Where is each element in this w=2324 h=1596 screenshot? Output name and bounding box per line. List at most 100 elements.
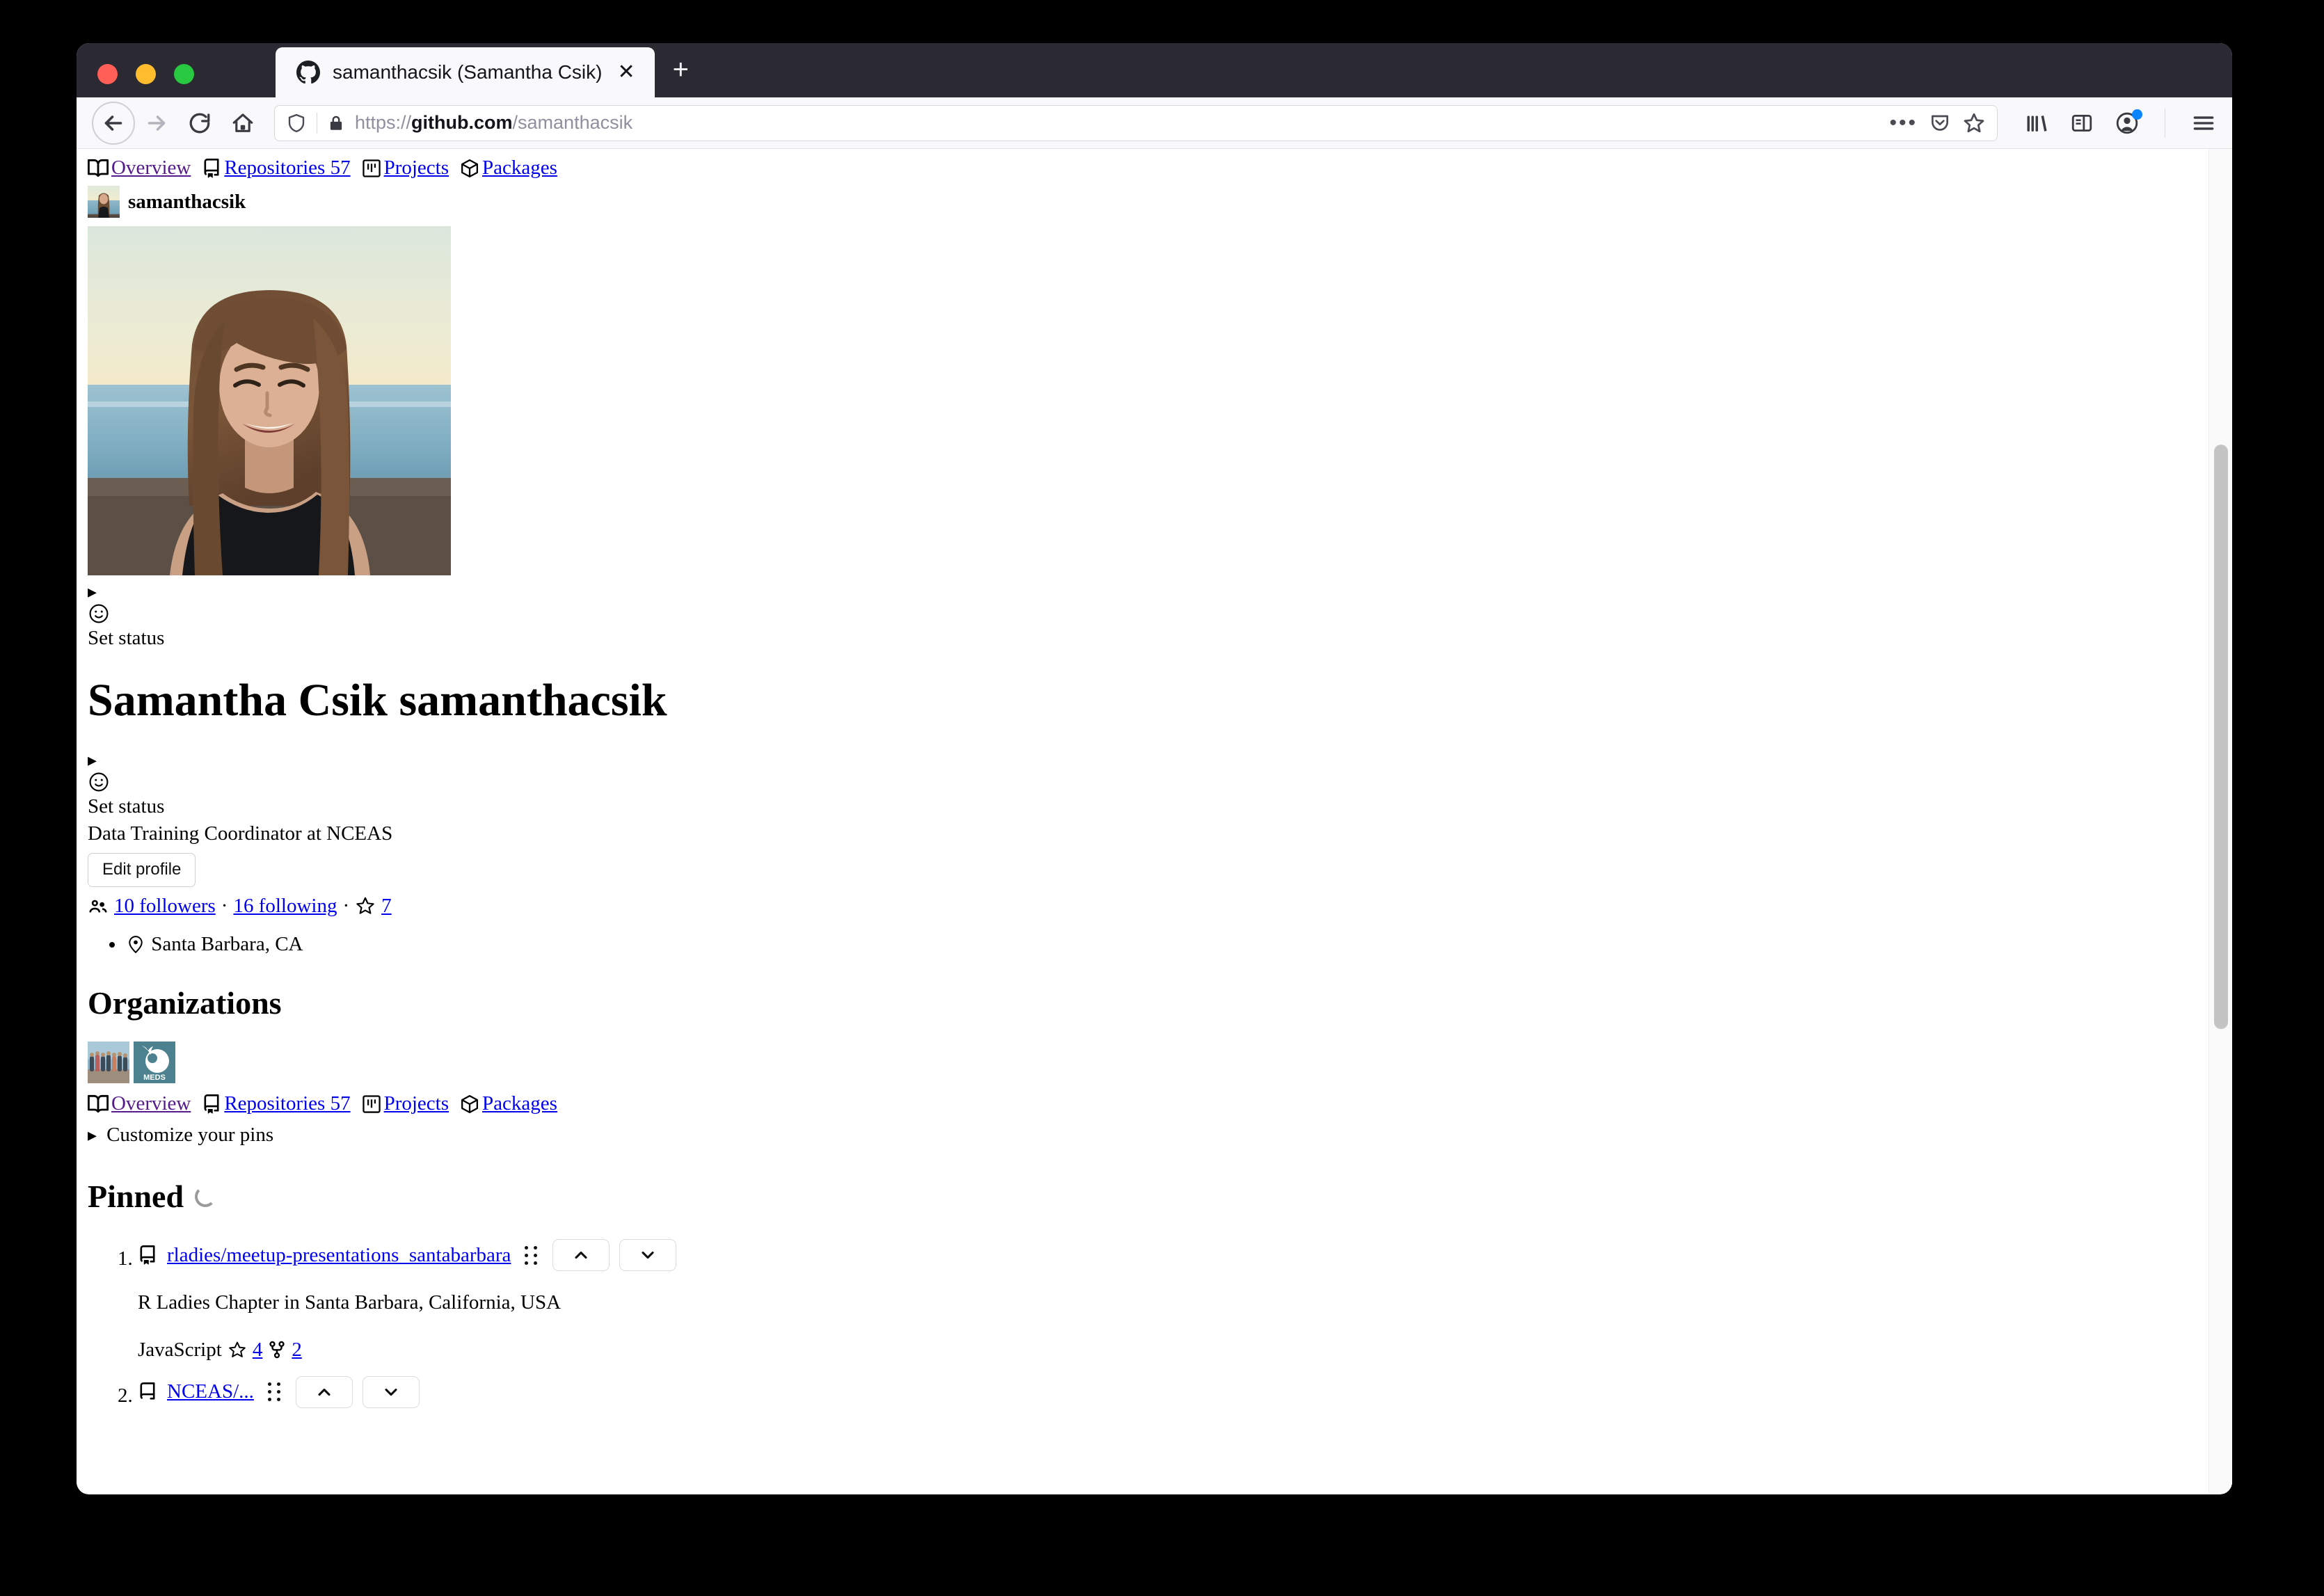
navigation-toolbar: https://github.com/samanthacsik ••• [77,97,2232,149]
project-icon-2 [362,1094,381,1114]
book-icon-2 [88,1094,109,1115]
tab-title: samanthacsik (Samantha Csik) [333,61,603,83]
fork-icon [268,1341,286,1359]
stat-separator-2: · [342,894,350,917]
profile-photo[interactable] [88,226,451,576]
move-pin-up-button[interactable] [552,1239,610,1272]
close-window-button[interactable] [97,64,118,84]
pinned-repo-link[interactable]: rladies/meetup-presentations_santabarbar… [167,1242,511,1269]
repo-icon-pin-2 [138,1382,157,1402]
nav-repositories-link-2[interactable]: Repositories 57 [224,1090,350,1117]
location-item: Santa Barbara, CA [125,929,2208,959]
bookmark-star-icon[interactable] [1962,111,1986,135]
github-icon [296,61,320,84]
pinned-repo-stars[interactable]: 4 [253,1336,263,1364]
nav-packages-link[interactable]: Packages [482,154,557,182]
pinned-repo-forks[interactable]: 2 [292,1336,302,1364]
reload-button[interactable] [178,102,221,145]
move-pin-down-button-2[interactable] [362,1375,420,1408]
profile-stats: 10 followers · 16 following · 7 [88,890,2208,923]
user-handle-row[interactable]: samanthacsik [88,183,2208,222]
scrollbar-thumb[interactable] [2214,445,2228,1029]
lock-icon[interactable] [327,114,345,132]
browser-window: samanthacsik (Samantha Csik) ✕ + https:/… [77,43,2232,1494]
page-title: Samantha Csik samanthacsik [88,674,667,726]
package-icon-2 [460,1094,479,1114]
pinned-repo-item: rladies/meetup-presentations_santabarbar… [138,1239,2208,1363]
stat-separator-1: · [221,894,228,917]
pinned-repo-item: NCEAS/... [138,1375,2208,1408]
pinned-repos-list: rladies/meetup-presentations_santabarbar… [138,1239,2208,1408]
title-bar: samanthacsik (Samantha Csik) ✕ + [77,43,2232,97]
book-icon [88,158,109,179]
minimize-window-button[interactable] [136,64,156,84]
nav-repositories-link[interactable]: Repositories 57 [224,154,350,182]
nav-projects-link-2[interactable]: Projects [384,1090,449,1117]
pinned-repo-description: R Ladies Chapter in Santa Barbara, Calif… [138,1291,562,1314]
customize-pins-triangle[interactable]: ▸ [88,1125,97,1146]
edit-profile-button[interactable]: Edit profile [88,853,196,887]
forward-button[interactable] [135,102,178,145]
pinned-heading-row: Pinned [88,1175,2208,1218]
nav-projects-link[interactable]: Projects [384,154,449,182]
repo-icon-2 [202,1094,221,1114]
menu-icon[interactable] [2190,110,2217,136]
customize-pins-row[interactable]: ▸ Customize your pins [88,1119,2208,1151]
set-status-label[interactable]: Set status [88,625,2208,652]
tab-strip: samanthacsik (Samantha Csik) ✕ + [276,47,689,97]
pinned-repo-link-2[interactable]: NCEAS/... [167,1378,254,1405]
url-text[interactable]: https://github.com/samanthacsik [345,112,1889,134]
status-disclosure-triangle[interactable]: ▸ [88,582,2208,603]
profile-details-list: Santa Barbara, CA [125,929,2208,959]
pocket-icon[interactable] [1929,112,1951,134]
tab-samanthacsik[interactable]: samanthacsik (Samantha Csik) ✕ [276,47,655,97]
people-icon [88,895,109,916]
user-handle: samanthacsik [128,190,246,213]
home-button[interactable] [221,102,264,145]
set-status-label-2[interactable]: Set status [88,793,2208,820]
back-button[interactable] [92,101,135,145]
stars-link[interactable]: 7 [381,893,392,920]
drag-handle-icon-2[interactable] [267,1382,282,1402]
nav-overview-link[interactable]: Overview [111,154,191,182]
location-pin-icon [125,934,146,955]
page-actions-icon[interactable]: ••• [1889,112,1918,133]
account-notification-dot [2132,109,2142,120]
following-link[interactable]: 16 following [233,893,337,920]
account-icon[interactable] [2115,109,2142,136]
smiley-icon[interactable] [88,603,2208,625]
status-disclosure-triangle-2[interactable]: ▸ [88,751,2208,771]
move-pin-up-button-2[interactable] [295,1375,353,1408]
shield-icon[interactable] [286,113,307,134]
move-pin-down-button[interactable] [619,1239,677,1272]
sidebar-icon[interactable] [2070,111,2094,135]
org-avatar-meds[interactable]: MEDS [134,1042,175,1084]
pinned-repo-meta: JavaScript 4 2 [138,1336,2208,1364]
nav-packages-link-2[interactable]: Packages [482,1090,557,1117]
pinned-repo-language: JavaScript [138,1338,222,1361]
library-icon[interactable] [2024,111,2049,136]
followers-link[interactable]: 10 followers [114,893,216,920]
new-tab-button[interactable]: + [673,56,689,83]
pinned-heading: Pinned [88,1179,184,1215]
browser-actions [2024,108,2217,138]
maximize-window-button[interactable] [174,64,194,84]
window-controls [97,64,194,84]
profile-bio: Data Training Coordinator at NCEAS [88,822,393,845]
repo-icon-pin [138,1245,157,1266]
organizations-heading: Organizations [88,985,282,1021]
customize-pins-label[interactable]: Customize your pins [106,1122,273,1149]
package-icon [460,159,479,178]
close-icon[interactable]: ✕ [614,62,637,83]
nav-overview-link-2[interactable]: Overview [111,1090,191,1117]
location-text: Santa Barbara, CA [151,932,303,955]
avatar-thumbnail [88,186,120,218]
organizations-list: MEDS [88,1042,2208,1084]
page-viewport: Overview Repositories 57 Projects Packag… [77,149,2232,1494]
pinned-repo-header: rladies/meetup-presentations_santabarbar… [138,1239,2208,1272]
address-bar[interactable]: https://github.com/samanthacsik ••• [274,104,1998,141]
org-avatar-rladies[interactable] [88,1042,129,1084]
page-scrollbar[interactable] [2208,149,2232,1494]
smiley-icon-2[interactable] [88,771,2208,793]
drag-handle-icon[interactable] [525,1245,539,1265]
